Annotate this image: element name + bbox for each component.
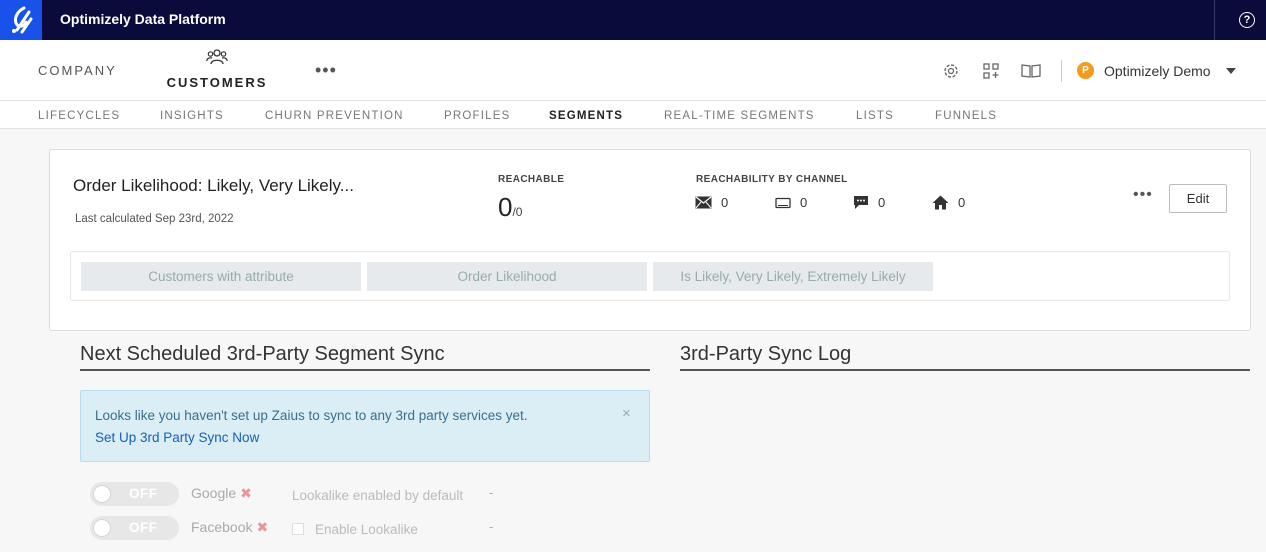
tab-lifecycles[interactable]: LIFECYCLES [38,110,120,122]
segment-card: Order Likelihood: Likely, Very Likely...… [49,149,1251,331]
nav-customers-label: CUSTOMERS [166,75,268,90]
remove-icon[interactable]: ✖ [240,485,252,501]
sync-value: - [489,519,494,534]
nav-customers[interactable]: CUSTOMERS [164,48,270,90]
apps-grid-icon[interactable] [982,62,1000,80]
gear-icon[interactable] [942,62,960,80]
sync-value: - [489,485,494,500]
channel-sms-value: 0 [878,195,886,210]
facebook-toggle[interactable]: OFF [90,516,179,540]
channel-email: 0 [695,195,728,210]
channel-home-value: 0 [958,195,966,210]
sync-alert: Looks like you haven't set up Zaius to s… [80,390,650,462]
optimizely-logo-icon[interactable] [0,0,42,40]
service-facebook: Facebook ✖ [191,519,268,536]
channel-home: 0 [932,195,965,210]
home-icon [932,195,949,210]
app-title: Optimizely Data Platform [60,11,226,27]
lookalike-label: Enable Lookalike [315,522,418,537]
edit-button[interactable]: Edit [1169,184,1227,213]
channel-sms: 0 [853,195,885,210]
more-icon[interactable]: ••• [315,60,337,81]
push-icon [775,197,791,208]
toggle-knob [93,519,111,537]
reachable-value: 0/0 [498,192,522,223]
divider [1061,60,1062,82]
next-sync-title: Next Scheduled 3rd-Party Segment Sync [80,343,445,365]
divider [680,369,1250,371]
divider [80,369,650,371]
email-icon [695,196,712,209]
customers-icon [206,49,228,65]
channel-push-value: 0 [800,195,808,210]
sync-log-title: 3rd-Party Sync Log [680,343,852,365]
toggle-state: OFF [129,520,158,535]
help-icon[interactable]: ? [1239,12,1255,28]
last-calculated: Last calculated Sep 23rd, 2022 [75,213,234,225]
reachable-count: 0 [498,192,513,222]
lookalike-checkbox[interactable] [292,523,304,535]
lookalike-label: Lookalike enabled by default [292,488,464,503]
google-toggle[interactable]: OFF [90,482,179,506]
tab-real-time-segments[interactable]: REAL-TIME SEGMENTS [664,110,815,122]
channel-email-value: 0 [721,195,729,210]
tab-lists[interactable]: LISTS [856,110,894,122]
service-name: Facebook [191,519,253,535]
tab-segments[interactable]: SEGMENTS [549,110,623,122]
toggle-knob [93,485,111,503]
close-icon[interactable]: × [622,405,631,422]
segment-criteria: Customers with attribute Order Likelihoo… [70,251,1230,301]
sms-icon [854,196,868,209]
book-icon[interactable] [1021,62,1041,80]
criteria-chip[interactable]: Is Likely, Very Likely, Extremely Likely [653,262,933,291]
segment-title: Order Likelihood: Likely, Very Likely... [73,176,354,195]
main-nav: COMPANY CUSTOMERS ••• P Optimizely Demo [0,40,1266,101]
service-name: Google [191,485,237,501]
caret-down-icon[interactable] [1226,68,1236,74]
criteria-chip[interactable]: Order Likelihood [367,262,647,291]
alert-message: Looks like you haven't set up Zaius to s… [95,408,528,423]
sub-nav: LIFECYCLES INSIGHTS CHURN PREVENTION PRO… [0,101,1266,129]
sync-row-facebook: OFF Facebook ✖ Enable Lookalike - [90,516,510,540]
reachable-heading: REACHABLE [498,174,565,185]
channel-heading: REACHABILITY BY CHANNEL [696,174,848,185]
account-avatar[interactable]: P [1077,62,1094,79]
nav-company[interactable]: COMPANY [38,63,117,78]
tab-insights[interactable]: INSIGHTS [160,110,224,122]
remove-icon[interactable]: ✖ [256,519,268,535]
tab-churn-prevention[interactable]: CHURN PREVENTION [265,110,404,122]
criteria-chip[interactable]: Customers with attribute [81,262,361,291]
service-google: Google ✖ [191,485,252,502]
sync-row-google: OFF Google ✖ Lookalike enabled by default… [90,482,510,506]
more-icon[interactable]: ••• [1133,186,1153,204]
setup-sync-link[interactable]: Set Up 3rd Party Sync Now [95,430,259,445]
toggle-state: OFF [129,486,158,501]
tab-profiles[interactable]: PROFILES [444,110,510,122]
account-name[interactable]: Optimizely Demo [1104,63,1211,79]
reachable-total: /0 [512,205,523,219]
channel-push: 0 [775,195,807,210]
top-bar: Optimizely Data Platform ? [0,0,1266,40]
tab-funnels[interactable]: FUNNELS [935,110,997,122]
divider [1214,0,1215,40]
